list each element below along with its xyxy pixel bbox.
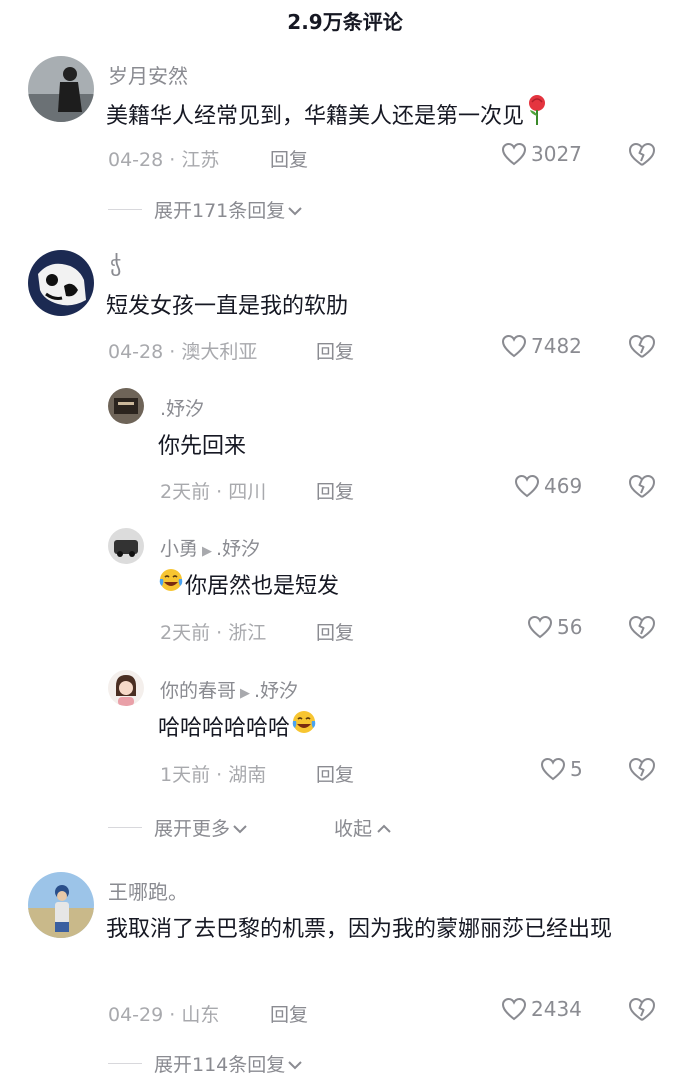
dislike-button[interactable] [628, 757, 656, 787]
chevron-down-icon [232, 817, 248, 839]
divider [108, 1063, 142, 1064]
comment-meta: 04-29 · 山东 [108, 1004, 220, 1026]
play-triangle-icon: ▶ [240, 686, 251, 701]
heart-outline-icon [501, 334, 527, 358]
laughing-tears-emoji [158, 567, 184, 607]
dislike-button[interactable] [628, 615, 656, 645]
heart-outline-icon [501, 997, 527, 1021]
comment-username[interactable]: ჭ [110, 252, 121, 277]
reply-meta: 2天前 · 四川 [160, 481, 267, 503]
dislike-button[interactable] [628, 997, 656, 1027]
like-button[interactable]: 7482 [501, 334, 582, 358]
divider [108, 209, 142, 210]
dislike-button[interactable] [628, 474, 656, 504]
rose-emoji [526, 94, 548, 140]
comment-meta: 04-28 · 江苏 [108, 149, 220, 171]
avatar[interactable] [108, 388, 144, 424]
heart-outline-icon [514, 474, 540, 498]
broken-heart-icon [629, 998, 655, 1021]
reply-text: 你先回来 [158, 434, 247, 459]
play-triangle-icon: ▶ [202, 544, 213, 559]
like-button[interactable]: 2434 [501, 997, 582, 1021]
broken-heart-icon [629, 335, 655, 358]
like-count: 7482 [531, 334, 582, 358]
laughing-tears-emoji [291, 709, 317, 749]
chevron-down-icon [287, 1053, 303, 1075]
expand-more-button[interactable]: 展开更多 [108, 814, 248, 841]
reply-username[interactable]: .妤汐 [160, 394, 204, 421]
dislike-button[interactable] [628, 142, 656, 172]
expand-replies-button[interactable]: 展开114条回复 [108, 1050, 303, 1077]
heart-outline-icon [501, 142, 527, 166]
dislike-button[interactable] [628, 334, 656, 364]
reply-user-link[interactable]: 你的春哥 [160, 680, 236, 702]
reply-text: 哈哈哈哈哈哈 [158, 709, 317, 749]
broken-heart-icon [629, 475, 655, 498]
reply-button[interactable]: 回复 [316, 618, 354, 645]
expand-replies-button[interactable]: 展开171条回复 [108, 196, 303, 223]
avatar[interactable] [108, 670, 144, 706]
avatar[interactable] [28, 872, 94, 938]
comment-username[interactable]: 王哪跑。 [108, 876, 188, 905]
comments-count-title: 2.9万条评论 [287, 10, 403, 34]
reply-username: 小勇 ▶ .妤汐 [160, 534, 260, 561]
comment-username[interactable]: 岁月安然 [108, 60, 188, 89]
reply-button[interactable]: 回复 [270, 145, 308, 172]
like-button[interactable]: 469 [514, 474, 582, 498]
broken-heart-icon [629, 758, 655, 781]
avatar[interactable] [28, 250, 94, 316]
heart-outline-icon [540, 757, 566, 781]
like-button[interactable]: 5 [540, 757, 583, 781]
heart-outline-icon [527, 615, 553, 639]
chevron-up-icon [376, 817, 392, 839]
comment-text: 我取消了去巴黎的机票，因为我的蒙娜丽莎已经出现 [106, 917, 613, 942]
like-button[interactable]: 3027 [501, 142, 582, 166]
reply-button[interactable]: 回复 [316, 760, 354, 787]
reply-user-link[interactable]: 小勇 [160, 538, 198, 560]
reply-button[interactable]: 回复 [316, 477, 354, 504]
comment-text: 美籍华人经常见到，华籍美人还是第一次见 [106, 94, 626, 140]
comment-meta: 04-28 · 澳大利亚 [108, 341, 258, 363]
divider [108, 827, 142, 828]
reply-target-link[interactable]: .妤汐 [216, 538, 260, 560]
avatar[interactable] [108, 528, 144, 564]
reply-button[interactable]: 回复 [270, 1000, 308, 1027]
chevron-down-icon [287, 199, 303, 221]
reply-button[interactable]: 回复 [316, 337, 354, 364]
reply-username: 你的春哥 ▶ .妤汐 [160, 676, 298, 703]
broken-heart-icon [629, 616, 655, 639]
reply-target-link[interactable]: .妤汐 [254, 680, 298, 702]
reply-text: 你居然也是短发 [158, 567, 339, 607]
reply-meta: 1天前 · 湖南 [160, 764, 267, 786]
avatar[interactable] [28, 56, 94, 122]
like-count: 2434 [531, 997, 582, 1021]
broken-heart-icon [629, 143, 655, 166]
collapse-button[interactable]: 收起 [334, 814, 392, 841]
like-count: 56 [557, 615, 583, 639]
comment-text: 短发女孩一直是我的软肋 [106, 294, 349, 319]
like-count: 3027 [531, 142, 582, 166]
reply-meta: 2天前 · 浙江 [160, 622, 267, 644]
like-count: 469 [544, 474, 583, 498]
like-count: 5 [570, 757, 583, 781]
like-button[interactable]: 56 [527, 615, 582, 639]
